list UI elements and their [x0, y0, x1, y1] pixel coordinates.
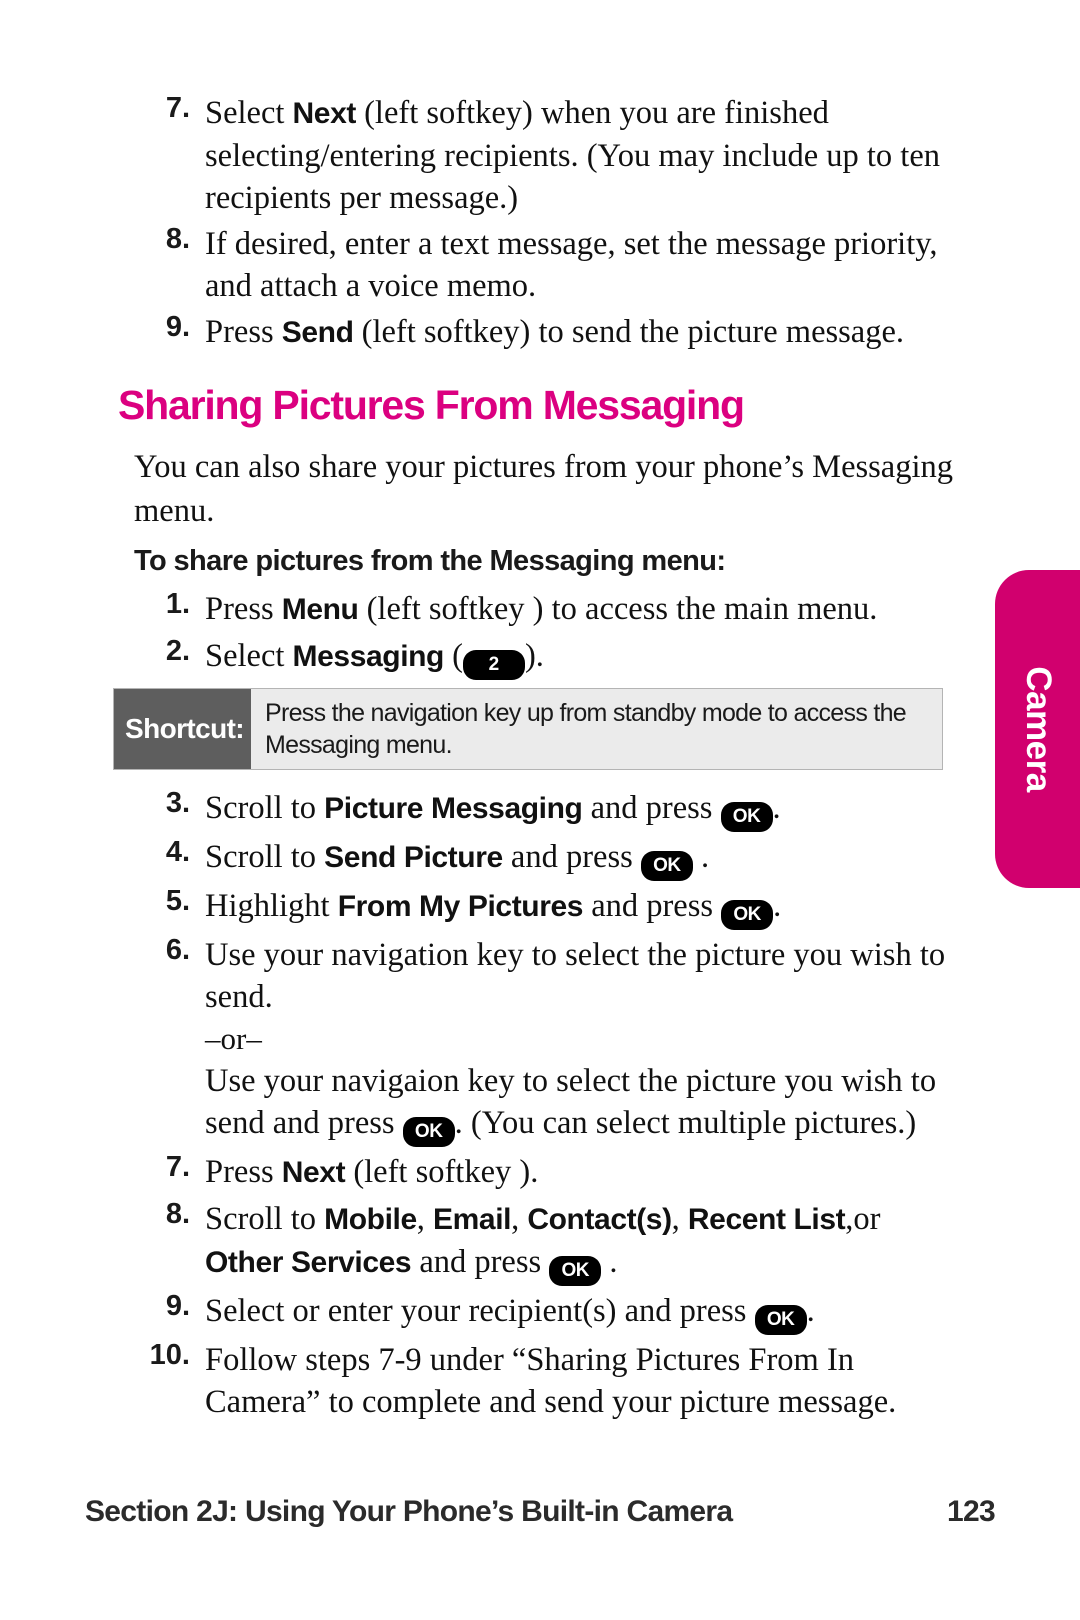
list-item: 9. Select or enter your recipient(s) and … — [130, 1290, 960, 1335]
side-tab-label: Camera — [1018, 666, 1058, 792]
step-number: 8. — [165, 1198, 190, 1230]
ok-key-icon: OK — [640, 851, 693, 881]
page-number: 123 — [947, 1495, 996, 1528]
ok-key-icon: OK — [402, 1117, 455, 1147]
number-key-icon: 2 — [462, 650, 525, 680]
step-text: If desired, enter a text message, set th… — [205, 226, 938, 304]
list-item: 5. Highlight From My Pictures and press O… — [130, 885, 960, 930]
step-number: 10. — [149, 1339, 190, 1371]
step-text: Use your navigation key to select the pi… — [205, 937, 946, 1015]
alternative-step-text: Use your navigaion key to select the pic… — [205, 1060, 960, 1147]
footer-section-title: Section 2J: Using Your Phone’s Built-in … — [85, 1495, 733, 1528]
pre-shortcut-steps-list: 1. Press Menu (left softkey ) to access t… — [130, 588, 960, 684]
emphasis-text: Next — [281, 1156, 346, 1189]
emphasis-text: Contact(s) — [527, 1203, 672, 1236]
list-item: 9. Press Send (left softkey) to send the … — [130, 311, 960, 354]
section-intro: You can also share your pictures from yo… — [134, 449, 953, 529]
step-number: 9. — [165, 1290, 190, 1322]
step-number: 5. — [165, 885, 190, 917]
procedure-subheading: To share pictures from the Messaging men… — [134, 545, 726, 577]
step-text: Scroll to Picture Messaging and press OK… — [205, 790, 781, 832]
ok-key-icon: OK — [754, 1305, 807, 1335]
step-number: 7. — [165, 92, 190, 124]
step-text: Select or enter your recipient(s) and pr… — [205, 1293, 815, 1335]
list-item: 7. Select Next (left softkey) when you ar… — [130, 92, 960, 219]
step-number: 7. — [165, 1151, 190, 1183]
step-text: Scroll to Mobile, Email, Contact(s), Rec… — [205, 1201, 880, 1286]
emphasis-text: Send — [281, 316, 354, 349]
step-text: Press Next (left softkey ). — [205, 1154, 539, 1190]
manual-page: Camera 7. Select Next (left softkey) when… — [0, 0, 1080, 1620]
list-item: 4. Scroll to Send Picture and press OK . — [130, 836, 960, 881]
list-item: 2. Select Messaging (2). — [130, 635, 960, 680]
list-item: 10. Follow steps 7-9 under “Sharing Pictu… — [130, 1339, 960, 1423]
list-item: 3. Scroll to Picture Messaging and press … — [130, 787, 960, 832]
top-steps-list: 7. Select Next (left softkey) when you ar… — [130, 92, 960, 358]
step-number: 8. — [165, 223, 190, 255]
emphasis-text: From My Pictures — [337, 890, 584, 923]
shortcut-label: Shortcut: — [114, 689, 251, 769]
step-number: 1. — [165, 588, 190, 620]
side-tab-camera: Camera — [995, 570, 1080, 888]
emphasis-text: Next — [292, 97, 357, 130]
alternative-separator: –or– — [205, 1021, 262, 1056]
emphasis-text: Picture Messaging — [324, 792, 583, 825]
step-number: 6. — [165, 934, 190, 966]
emphasis-text: Mobile — [324, 1203, 417, 1236]
step-text: Highlight From My Pictures and press OK. — [205, 888, 781, 930]
page-footer: Section 2J: Using Your Phone’s Built-in … — [85, 1495, 996, 1529]
emphasis-text: Email — [433, 1203, 512, 1236]
step-number: 3. — [165, 787, 190, 819]
list-item: 7. Press Next (left softkey ). — [130, 1151, 960, 1194]
emphasis-text: Recent List — [687, 1203, 846, 1236]
shortcut-callout: Shortcut: Press the navigation key up fr… — [113, 688, 943, 770]
list-item: 8. Scroll to Mobile, Email, Contact(s), R… — [130, 1198, 960, 1286]
emphasis-text: Send Picture — [324, 841, 503, 874]
step-number: 9. — [165, 311, 190, 343]
list-item: 6. Use your navigation key to select the … — [130, 934, 960, 1147]
step-text: Scroll to Send Picture and press OK . — [205, 839, 709, 881]
ok-key-icon: OK — [549, 1256, 602, 1286]
page-title: Sharing Pictures From Messaging — [118, 382, 745, 428]
step-text: Select Messaging (2). — [205, 638, 544, 680]
emphasis-text: Menu — [281, 593, 359, 626]
shortcut-text: Press the navigation key up from standby… — [265, 699, 907, 759]
post-shortcut-steps-list: 3. Scroll to Picture Messaging and press … — [130, 787, 960, 1427]
step-number: 2. — [165, 635, 190, 667]
list-item: 1. Press Menu (left softkey ) to access t… — [130, 588, 960, 631]
step-text: Follow steps 7-9 under “Sharing Pictures… — [205, 1342, 897, 1420]
step-text: Press Menu (left softkey ) to access the… — [205, 591, 878, 627]
ok-key-icon: OK — [720, 802, 773, 832]
list-item: 8. If desired, enter a text message, set … — [130, 223, 960, 307]
emphasis-text: Other Services — [205, 1246, 412, 1279]
step-text: Select Next (left softkey) when you are … — [205, 95, 940, 216]
emphasis-text: Messaging — [292, 640, 445, 673]
step-number: 4. — [165, 836, 190, 868]
ok-key-icon: OK — [721, 900, 774, 930]
step-text: Press Send (left softkey) to send the pi… — [205, 314, 905, 350]
